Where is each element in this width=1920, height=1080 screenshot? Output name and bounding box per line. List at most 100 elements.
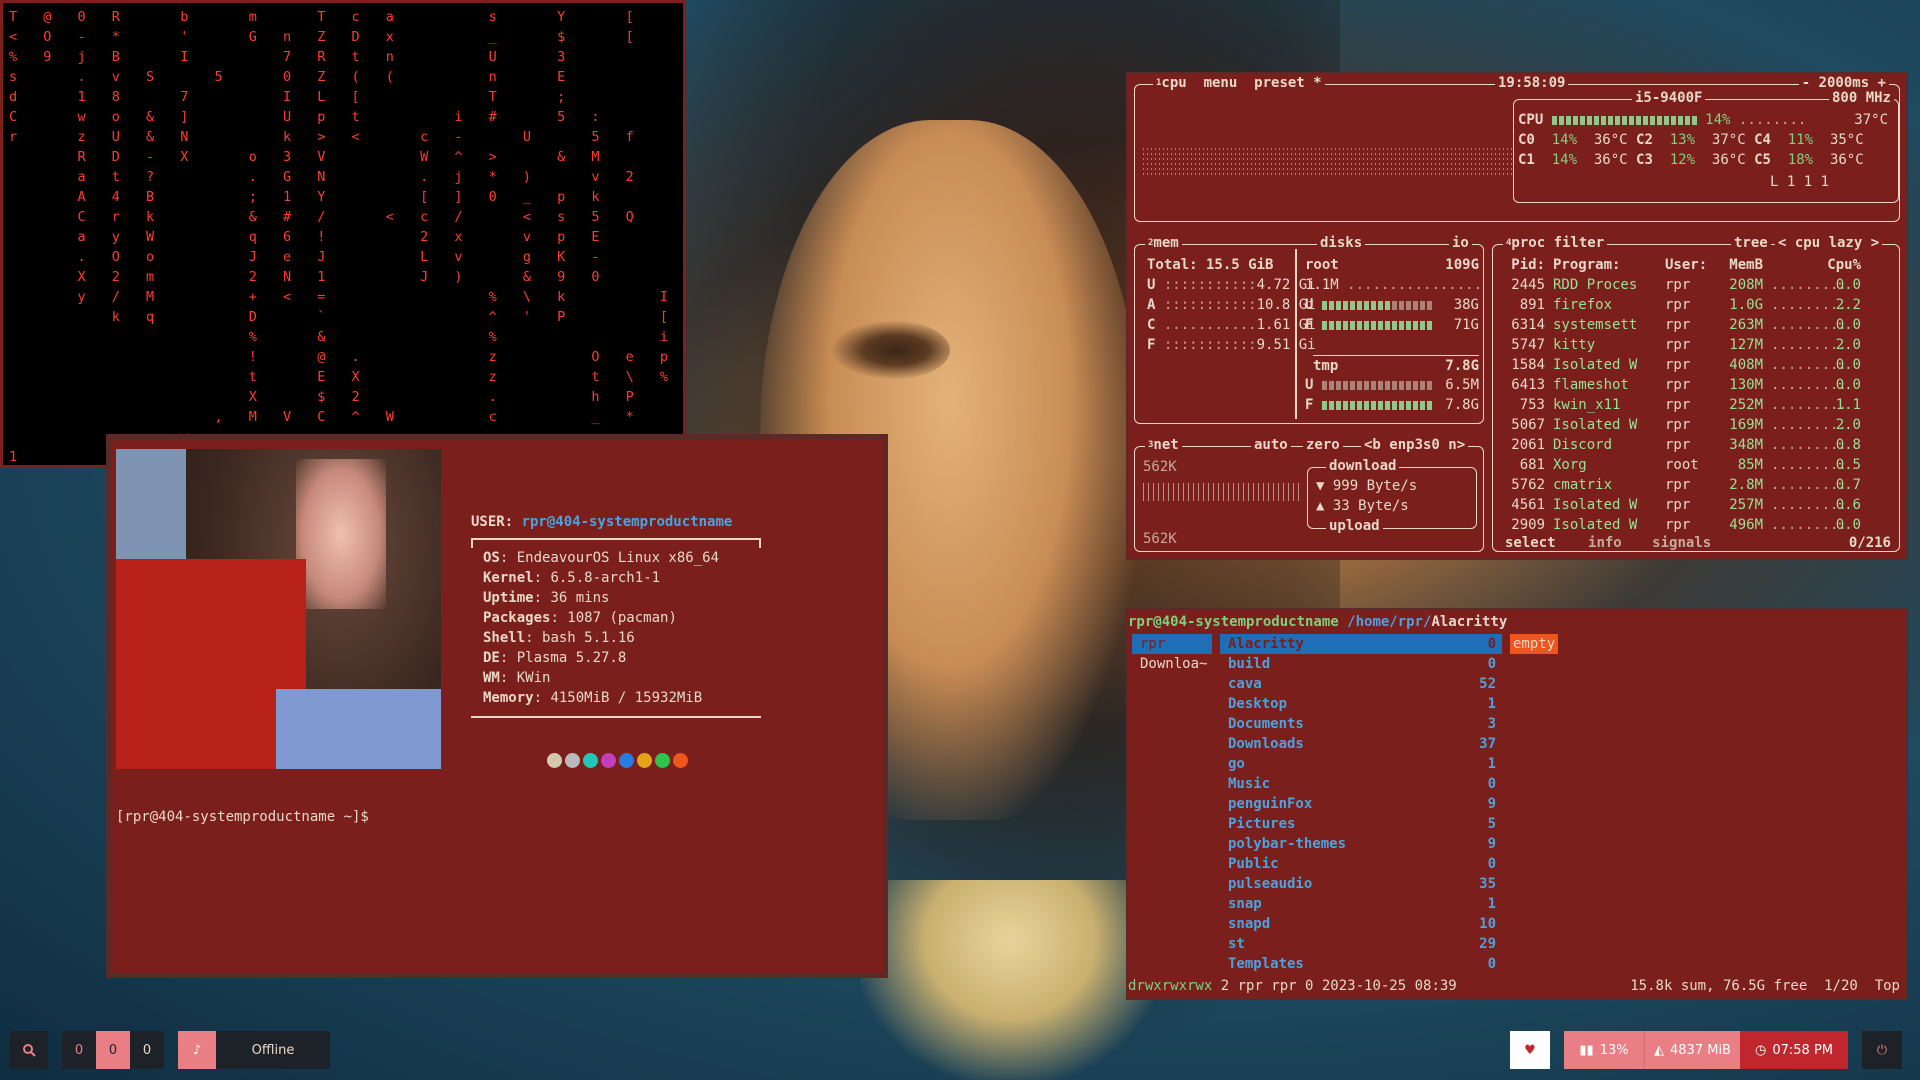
proc-row[interactable]: 681 Xorg root 85M .........0.5 [1497, 455, 1861, 475]
proc-row[interactable]: 4561 Isolated Wrpr 257M .........0.6 [1497, 495, 1861, 515]
music-note-icon: ♪ [192, 1042, 202, 1058]
memory-module: ◭ 4837 MiB [1644, 1031, 1740, 1069]
ranger-dir-item[interactable]: penguinFox 9 [1220, 794, 1502, 814]
palette-dot [565, 753, 580, 768]
music-status: Offline [216, 1031, 330, 1069]
mem-total: Total: 15.5 GiB [1147, 257, 1274, 273]
load-average: L 1 1 1 [1770, 174, 1830, 190]
proc-panel: 4proc filter tree < cpu lazy > Pid: Progr… [1492, 235, 1900, 552]
ranger-parent-item[interactable]: Downloa~ [1132, 654, 1212, 674]
wallpaper-shirt [860, 880, 1160, 1080]
power-icon: ⏻ [1876, 1042, 1888, 1058]
proc-row[interactable]: 891 firefox rpr 1.0G .........2.2 [1497, 295, 1861, 315]
workspace-3[interactable]: 0 [130, 1031, 164, 1069]
proc-row[interactable]: 5747 kitty rpr 127M .........2.0 [1497, 335, 1861, 355]
cpu-module: ▮▮ 13% [1564, 1031, 1644, 1069]
neofetch-info: USER: rpr@404-systemproductname OS: Ende… [471, 514, 761, 718]
ranger-dir-item[interactable]: Downloads 37 [1220, 734, 1502, 754]
proc-row[interactable]: 2445 RDD Proces rpr 208M .........0.0 [1497, 275, 1861, 295]
ranger-dir-item[interactable]: Documents 3 [1220, 714, 1502, 734]
favorite-button[interactable]: ♥ [1510, 1031, 1550, 1069]
cpu-cores-box: i5-9400F 800 MHz CPU 14% ........ 37°C C… [1513, 90, 1899, 203]
net-auto-toggle[interactable]: auto [1251, 437, 1291, 453]
cores-row-2: C1 14% 36°C C3 12% 36°C C5 18% 36°C [1518, 152, 1864, 168]
net-zero-toggle[interactable]: zero [1303, 437, 1343, 453]
net-rates-box: download ▼ 999 Byte/s ▲ 33 Byte/s upload [1307, 458, 1477, 534]
power-button[interactable]: ⏻ [1862, 1031, 1902, 1069]
ranger-dir-item[interactable]: snapd 10 [1220, 914, 1502, 934]
palette-dot [637, 753, 652, 768]
shell-prompt[interactable]: [rpr@404-systemproductname ~]$ [116, 809, 369, 825]
proc-row[interactable]: 2909 Isolated Wrpr 496M .........0.0 [1497, 515, 1861, 535]
net-graph [1143, 483, 1303, 501]
palette-dot [583, 753, 598, 768]
ranger-dir-item[interactable]: go 1 [1220, 754, 1502, 774]
color-palette [547, 753, 688, 768]
cpu-freq: 800 MHz [1828, 90, 1894, 106]
ranger-status-bar: drwxrwxrwx 2 rpr rpr 0 2023-10-25 08:39 … [1128, 978, 1900, 994]
cpu-graph [1143, 145, 1513, 175]
update-interval[interactable]: - 2000ms + [1798, 75, 1889, 91]
workspace-1[interactable]: 0 [62, 1031, 96, 1069]
proc-row[interactable]: 1584 Isolated Wrpr 408M .........0.0 [1497, 355, 1861, 375]
proc-row[interactable]: 5067 Isolated Wrpr 169M .........2.0 [1497, 415, 1861, 435]
ranger-dir-item[interactable]: Templates 0 [1220, 954, 1502, 974]
cpu-model: i5-9400F [1632, 90, 1706, 106]
proc-row[interactable]: 6314 systemsett rpr 263M .........0.0 [1497, 315, 1861, 335]
neofetch-user-line: USER: rpr@404-systemproductname [471, 514, 733, 530]
ranger-dir-item[interactable]: Music 0 [1220, 774, 1502, 794]
proc-count: 0/216 [1848, 535, 1891, 551]
proc-row[interactable]: 753 kwin_x11 rpr 252M .........1.1 [1497, 395, 1861, 415]
proc-row[interactable]: 2061 Discord rpr 348M .........0.8 [1497, 435, 1861, 455]
ranger-dir-item[interactable]: st 29 [1220, 934, 1502, 954]
ranger-current-column: Alacritty 0 build 0 cava 52 Desktop 1 Documents 3… [1220, 634, 1502, 974]
palette-dot [655, 753, 670, 768]
ranger-dir-item[interactable]: Public 0 [1220, 854, 1502, 874]
ranger-dir-item[interactable]: Alacritty 0 [1220, 634, 1502, 654]
heart-icon: ♥ [1524, 1042, 1536, 1058]
ranger-file-manager[interactable]: rpr@404-systemproductname /home/rpr/Alac… [1126, 608, 1908, 1000]
neofetch-ascii-image [116, 449, 441, 769]
cpu-panel: 1cpu menu preset * 19:58:09 - 2000ms + i… [1134, 75, 1900, 222]
music-button[interactable]: ♪ [178, 1031, 216, 1069]
proc-row[interactable]: 5762 cmatrix rpr 2.8M .........0.7 [1497, 475, 1861, 495]
proc-info[interactable]: info [1588, 535, 1622, 551]
cpu-panel-title: 1cpu menu preset * [1153, 75, 1325, 91]
proc-filter[interactable]: filter [1554, 235, 1605, 251]
ranger-dir-item[interactable]: cava 52 [1220, 674, 1502, 694]
polybar-right: ♥ ▮▮ 13% ◭ 4837 MiB ◷ 07:58 PM ⏻ [1510, 1031, 1902, 1069]
clock-module: ◷ 07:58 PM [1740, 1031, 1848, 1069]
ranger-dir-item[interactable]: build 0 [1220, 654, 1502, 674]
net-interface-selector[interactable]: <b enp3s0 n> [1361, 437, 1469, 453]
ranger-dir-item[interactable]: polybar-themes 9 [1220, 834, 1502, 854]
wallpaper-eye [830, 320, 950, 380]
ranger-dir-item[interactable]: Desktop 1 [1220, 694, 1502, 714]
mem-panel: 2mem disks io Total: 15.5 GiB U ::::::::… [1134, 235, 1484, 424]
neofetch-terminal[interactable]: USER: rpr@404-systemproductname OS: Ende… [106, 434, 888, 978]
proc-signals[interactable]: signals [1652, 535, 1711, 551]
clock-icon: ◷ [1755, 1042, 1767, 1058]
btop-monitor[interactable]: 1cpu menu preset * 19:58:09 - 2000ms + i… [1126, 72, 1908, 560]
cores-row-1: C0 14% 36°C C2 13% 37°C C4 11% 35°C [1518, 132, 1864, 148]
palette-dot [619, 753, 634, 768]
neofetch-info-box: OS: EndeavourOS Linux x86_64 Kernel: 6.5… [471, 538, 761, 718]
search-button[interactable] [10, 1031, 48, 1069]
proc-row[interactable]: 6413 flameshot rpr 130M .........0.0 [1497, 375, 1861, 395]
workspace-2[interactable]: 0 [96, 1031, 130, 1069]
net-panel: 3net auto zero <b enp3s0 n> 562K 562K do… [1134, 437, 1484, 552]
menu-button[interactable]: menu [1204, 75, 1238, 91]
proc-tree-toggle[interactable]: tree [1731, 235, 1771, 251]
preset-button[interactable]: preset * [1254, 75, 1321, 91]
proc-sort-selector[interactable]: < cpu lazy > [1775, 235, 1883, 251]
clock: 19:58:09 [1495, 75, 1569, 91]
ranger-dir-item[interactable]: pulseaudio 35 [1220, 874, 1502, 894]
ranger-parent-item[interactable]: rpr [1132, 634, 1212, 654]
bar-chart-icon: ▮▮ [1579, 1042, 1594, 1058]
proc-header: Pid: Program: User: MemB Cpu% [1511, 257, 1861, 273]
ranger-parent-column: rpr Downloa~ [1132, 634, 1212, 674]
ranger-dir-item[interactable]: snap 1 [1220, 894, 1502, 914]
ranger-dir-item[interactable]: Pictures 5 [1220, 814, 1502, 834]
cmatrix-terminal[interactable]: T @ 0 R b m T c a s Y [ D c p B F U & O … [0, 0, 686, 468]
proc-select[interactable]: select [1505, 535, 1556, 551]
palette-dot [601, 753, 616, 768]
